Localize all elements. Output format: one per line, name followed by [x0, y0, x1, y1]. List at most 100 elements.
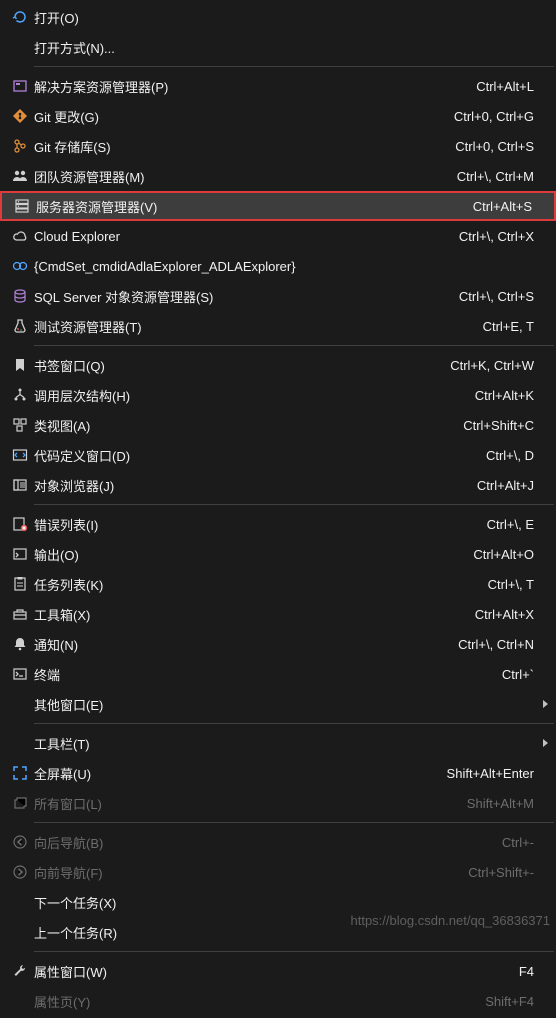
output-icon — [6, 546, 34, 562]
menu-item[interactable]: 其他窗口(E) — [0, 689, 556, 719]
menu-item-shortcut: Shift+Alt+Enter — [447, 766, 534, 781]
menu-item-label: 打开方式(N)... — [34, 38, 534, 57]
allwindows-icon — [6, 795, 34, 811]
menu-item-shortcut: Ctrl+\, Ctrl+S — [459, 289, 534, 304]
menu-item-label: 其他窗口(E) — [34, 695, 534, 714]
menu-item-label: 调用层次结构(H) — [34, 386, 463, 405]
sql-icon — [6, 288, 34, 304]
menu-item-label: Cloud Explorer — [34, 229, 447, 244]
menu-item-shortcut: Ctrl+0, Ctrl+S — [455, 139, 534, 154]
menu-item[interactable]: 输出(O) Ctrl+Alt+O — [0, 539, 556, 569]
adla-icon — [6, 258, 34, 274]
menu-item[interactable]: {CmdSet_cmdidAdlaExplorer_ADLAExplorer} — [0, 251, 556, 281]
chevron-right-icon — [543, 739, 548, 747]
menu-item[interactable]: 工具栏(T) — [0, 728, 556, 758]
menu-item-label: 通知(N) — [34, 635, 446, 654]
menu-separator — [34, 504, 554, 505]
menu-item: 属性页(Y) Shift+F4 — [0, 986, 556, 1016]
menu-item-label: 所有窗口(L) — [34, 794, 455, 813]
menu-item[interactable]: SQL Server 对象资源管理器(S) Ctrl+\, Ctrl+S — [0, 281, 556, 311]
menu-item[interactable]: 类视图(A)Ctrl+Shift+C — [0, 410, 556, 440]
chevron-right-icon — [543, 700, 548, 708]
menu-item-shortcut: Ctrl+\, Ctrl+M — [457, 169, 534, 184]
classview-icon — [6, 417, 34, 433]
toolbox-icon — [6, 606, 34, 622]
menu-item[interactable]: 错误列表(I)Ctrl+\, E — [0, 509, 556, 539]
solution-icon — [6, 78, 34, 94]
menu-item[interactable]: 书签窗口(Q)Ctrl+K, Ctrl+W — [0, 350, 556, 380]
refresh-icon — [6, 9, 34, 25]
notify-icon — [6, 636, 34, 652]
menu-item-shortcut: Ctrl+Alt+L — [476, 79, 534, 94]
menu-item[interactable]: 解决方案资源管理器(P) Ctrl+Alt+L — [0, 71, 556, 101]
menu-item[interactable]: 全屏幕(U)Shift+Alt+Enter — [0, 758, 556, 788]
menu-item-label: 工具箱(X) — [34, 605, 463, 624]
menu-item-shortcut: Ctrl+Alt+K — [475, 388, 534, 403]
menu-item-shortcut: Ctrl+Shift+- — [468, 865, 534, 880]
menu-item[interactable]: Git 更改(G) Ctrl+0, Ctrl+G — [0, 101, 556, 131]
objbrowser-icon — [6, 477, 34, 493]
menu-item-shortcut: F4 — [519, 964, 534, 979]
menu-item-shortcut: Ctrl+Alt+O — [473, 547, 534, 562]
team-icon — [6, 168, 34, 184]
menu-item-label: {CmdSet_cmdidAdlaExplorer_ADLAExplorer} — [34, 259, 534, 274]
codedef-icon — [6, 447, 34, 463]
menu-item: 向前导航(F) Ctrl+Shift+- — [0, 857, 556, 887]
watermark-text: https://blog.csdn.net/qq_36836371 — [351, 913, 551, 928]
menu-item-label: 输出(O) — [34, 545, 461, 564]
menu-item-shortcut: Ctrl+E, T — [483, 319, 534, 334]
menu-item-label: 属性窗口(W) — [34, 962, 507, 981]
menu-item-label: 团队资源管理器(M) — [34, 167, 445, 186]
tasklist-icon — [6, 576, 34, 592]
menu-item-label: 错误列表(I) — [34, 515, 475, 534]
menu-item-label: 类视图(A) — [34, 416, 451, 435]
menu-separator — [34, 723, 554, 724]
menu-item[interactable]: 服务器资源管理器(V)Ctrl+Alt+S — [0, 191, 556, 221]
menu-item[interactable]: 团队资源管理器(M) Ctrl+\, Ctrl+M — [0, 161, 556, 191]
menu-separator — [34, 345, 554, 346]
menu-item: 向后导航(B) Ctrl+- — [0, 827, 556, 857]
menu-item[interactable]: 通知(N) Ctrl+\, Ctrl+N — [0, 629, 556, 659]
menu-item[interactable]: 对象浏览器(J)Ctrl+Alt+J — [0, 470, 556, 500]
menu-item-label: Git 更改(G) — [34, 107, 442, 126]
cloud-icon — [6, 228, 34, 244]
menu-item[interactable]: Git 存储库(S)Ctrl+0, Ctrl+S — [0, 131, 556, 161]
menu-item-shortcut: Ctrl+\, Ctrl+N — [458, 637, 534, 652]
menu-item-shortcut: Ctrl+- — [502, 835, 534, 850]
navback-icon — [6, 834, 34, 850]
errorlist-icon — [6, 516, 34, 532]
menu-item-label: 向前导航(F) — [34, 863, 456, 882]
menu-item[interactable]: 打开(O) — [0, 2, 556, 32]
menu-item-shortcut: Ctrl+0, Ctrl+G — [454, 109, 534, 124]
menu-item[interactable]: 终端Ctrl+` — [0, 659, 556, 689]
menu-item[interactable]: 测试资源管理器(T)Ctrl+E, T — [0, 311, 556, 341]
menu-item[interactable]: 打开方式(N)... — [0, 32, 556, 62]
menu-item-shortcut: Ctrl+\, T — [488, 577, 534, 592]
menu-item-label: 向后导航(B) — [34, 833, 490, 852]
fullscreen-icon — [6, 765, 34, 781]
menu-item-label: 属性页(Y) — [34, 992, 473, 1011]
menu-item[interactable]: 代码定义窗口(D)Ctrl+\, D — [0, 440, 556, 470]
menu-item-label: 下一个任务(X) — [34, 893, 534, 912]
menu-item-label: SQL Server 对象资源管理器(S) — [34, 287, 447, 306]
menu-item[interactable]: 任务列表(K)Ctrl+\, T — [0, 569, 556, 599]
menu-item-shortcut: Ctrl+\, Ctrl+X — [459, 229, 534, 244]
menu-item: 所有窗口(L) Shift+Alt+M — [0, 788, 556, 818]
menu-item-shortcut: Ctrl+Alt+S — [473, 199, 532, 214]
test-icon — [6, 318, 34, 334]
menu-item-shortcut: Shift+F4 — [485, 994, 534, 1009]
menu-item[interactable]: 调用层次结构(H) Ctrl+Alt+K — [0, 380, 556, 410]
menu-separator — [34, 822, 554, 823]
menu-item-shortcut: Ctrl+Alt+J — [477, 478, 534, 493]
menu-item[interactable]: 属性窗口(W) F4 — [0, 956, 556, 986]
gitrepo-icon — [6, 138, 34, 154]
menu-item[interactable]: Cloud Explorer Ctrl+\, Ctrl+X — [0, 221, 556, 251]
menu-separator — [34, 951, 554, 952]
menu-item-shortcut: Ctrl+K, Ctrl+W — [450, 358, 534, 373]
menu-item-shortcut: Shift+Alt+M — [467, 796, 534, 811]
menu-item-label: 工具栏(T) — [34, 734, 534, 753]
menu-item-label: 解决方案资源管理器(P) — [34, 77, 464, 96]
menu-item[interactable]: 工具箱(X)Ctrl+Alt+X — [0, 599, 556, 629]
server-icon — [8, 198, 36, 214]
menu-separator — [34, 66, 554, 67]
